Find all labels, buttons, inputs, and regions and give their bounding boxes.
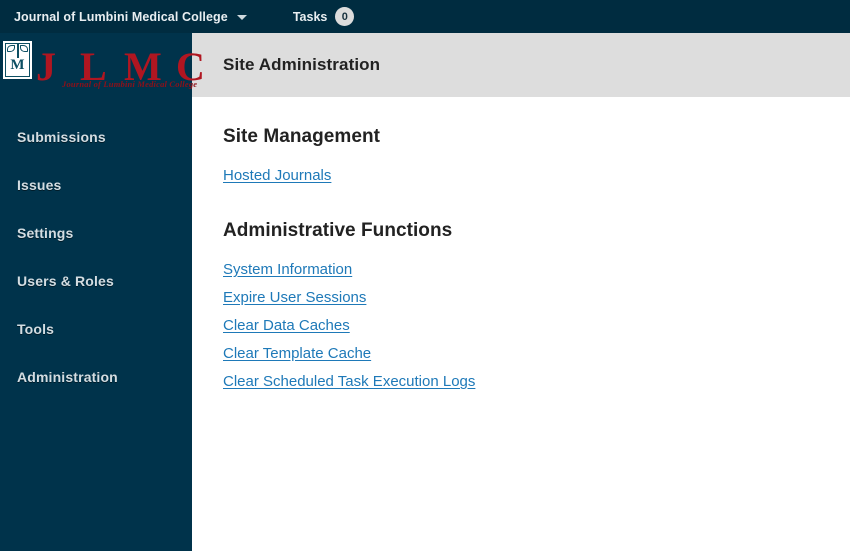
hosted-journals-link[interactable]: Hosted Journals <box>223 167 331 184</box>
top-navigation-bar: Journal of Lumbini Medical College Tasks… <box>0 0 850 33</box>
expire-user-sessions-link[interactable]: Expire User Sessions <box>223 289 366 306</box>
journal-logo[interactable]: M J L M C Journal of Lumbini Medical Col… <box>0 33 205 95</box>
administrative-functions-section: Administrative Functions System Informat… <box>223 220 850 390</box>
site-management-link-list: Hosted Journals <box>223 168 850 184</box>
sidebar-item-label: Users & Roles <box>17 273 114 289</box>
list-item: Expire User Sessions <box>223 290 850 306</box>
caduceus-wing-right-icon <box>20 45 28 52</box>
system-information-link[interactable]: System Information <box>223 261 352 278</box>
logo-letter-j: J <box>36 44 56 89</box>
caduceus-staff-icon <box>16 44 19 58</box>
sidebar-item-issues[interactable]: Issues <box>0 161 192 209</box>
site-administration-page: Journal of Lumbini Medical College Tasks… <box>0 0 850 551</box>
main-content: Site Management Hosted Journals Administ… <box>192 97 850 551</box>
clear-template-cache-link[interactable]: Clear Template Cache <box>223 345 371 362</box>
sidebar-item-submissions[interactable]: Submissions <box>0 113 192 161</box>
sidebar-nav: Submissions Issues Settings Users & Role… <box>0 113 192 401</box>
sidebar-item-label: Issues <box>17 177 62 193</box>
sidebar-item-label: Settings <box>17 225 74 241</box>
sidebar-item-label: Tools <box>17 321 55 337</box>
site-management-section: Site Management Hosted Journals <box>223 126 850 184</box>
tasks-count-badge: 0 <box>335 7 355 26</box>
list-item: Clear Data Caches <box>223 318 850 334</box>
page-title: Site Administration <box>223 55 381 74</box>
sidebar: M J L M C Journal of Lumbini Medical Col… <box>0 33 205 551</box>
sidebar-item-label: Administration <box>17 369 118 385</box>
list-item: Clear Scheduled Task Execution Logs <box>223 374 850 390</box>
sidebar-item-administration[interactable]: Administration <box>0 353 192 401</box>
list-item: Clear Template Cache <box>223 346 850 362</box>
caduceus-shield-icon: M <box>2 40 33 80</box>
clear-scheduled-task-execution-logs-link[interactable]: Clear Scheduled Task Execution Logs <box>223 373 475 390</box>
tasks-label: Tasks <box>292 9 328 24</box>
sidebar-item-settings[interactable]: Settings <box>0 209 192 257</box>
monogram-letter: M <box>10 57 25 73</box>
journal-title: Journal of Lumbini Medical College <box>14 9 228 24</box>
sidebar-item-tools[interactable]: Tools <box>0 305 192 353</box>
page-header-bar: Site Administration <box>192 33 850 97</box>
clear-data-caches-link[interactable]: Clear Data Caches <box>223 317 350 334</box>
administrative-functions-heading: Administrative Functions <box>223 220 453 241</box>
list-item: Hosted Journals <box>223 168 850 184</box>
logo-tagline: Journal of Lumbini Medical College <box>62 79 198 89</box>
sidebar-item-label: Submissions <box>17 129 106 145</box>
chevron-down-icon <box>236 15 247 20</box>
tasks-link[interactable]: Tasks 0 <box>293 7 355 26</box>
list-item: System Information <box>223 262 850 278</box>
sidebar-item-users-and-roles[interactable]: Users & Roles <box>0 257 192 305</box>
logo-letters: J L M C Journal of Lumbini Medical Colle… <box>36 35 206 93</box>
administrative-functions-link-list: System Information Expire User Sessions … <box>223 262 850 390</box>
journal-switcher[interactable]: Journal of Lumbini Medical College <box>14 10 247 24</box>
site-management-heading: Site Management <box>223 126 381 147</box>
